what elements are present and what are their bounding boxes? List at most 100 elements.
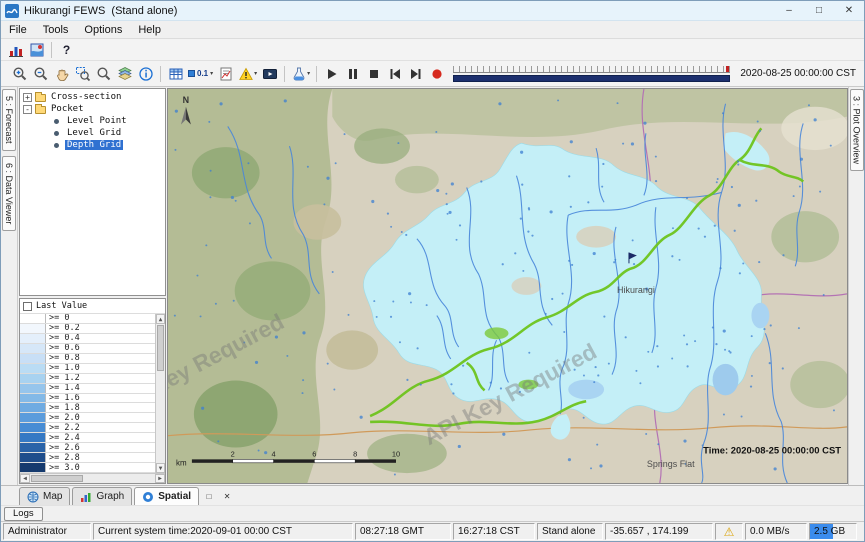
tab-map-label: Map: [43, 491, 62, 502]
scrollbar-thumb[interactable]: [31, 475, 83, 482]
legend-color-swatch: [20, 394, 46, 403]
zoom-extent-button[interactable]: [93, 63, 114, 84]
layers-button[interactable]: [114, 63, 135, 84]
zoom-out-button[interactable]: [30, 63, 51, 84]
tree-item-depth-grid[interactable]: Depth Grid: [20, 139, 165, 151]
zoom-extent-icon: [96, 66, 112, 82]
panel-maximize-button[interactable]: □: [202, 489, 216, 503]
skip-to-start-button[interactable]: [384, 63, 405, 84]
tab-data-viewer[interactable]: 6 : Data Viewer: [2, 156, 16, 231]
chevron-down-icon: ▾: [307, 71, 310, 77]
tree-item-cross-section[interactable]: + Cross-section: [20, 91, 165, 103]
menu-tools[interactable]: Tools: [35, 21, 77, 38]
animation-display-button[interactable]: [259, 63, 280, 84]
status-local-time: 16:27:18 CST: [453, 523, 535, 540]
map-time-label: Time: 2020-08-25 00:00:00 CST: [703, 444, 841, 455]
legend-row: >= 1.4: [20, 384, 155, 394]
scroll-down-icon[interactable]: ▼: [156, 463, 165, 473]
flask-icon: [291, 66, 307, 82]
tab-graph[interactable]: Graph: [72, 487, 132, 505]
current-timestep-label: 2020-08-25 00:00:00 CST: [740, 68, 856, 79]
legend-row: >= 1.6: [20, 394, 155, 404]
legend-color-swatch: [20, 433, 46, 442]
minimize-button[interactable]: –: [774, 1, 804, 20]
menubar: File Tools Options Help: [1, 21, 864, 39]
legend-row: >= 2.4: [20, 433, 155, 443]
legend-title: Last Value: [36, 301, 87, 311]
legend-color-swatch: [20, 423, 46, 432]
zoom-box-button[interactable]: [72, 63, 93, 84]
time-series-display-button[interactable]: [5, 39, 26, 60]
grid-classification-dropdown[interactable]: 0.1 ▾: [186, 63, 215, 84]
svg-text:6: 6: [312, 449, 316, 458]
warning-icon: [238, 66, 254, 82]
chevron-down-icon: ▾: [254, 71, 257, 77]
menu-options[interactable]: Options: [76, 21, 130, 38]
legend-vertical-scrollbar[interactable]: ▲ ▼: [155, 314, 165, 473]
pan-hand-icon: [54, 66, 70, 82]
logs-button[interactable]: Logs: [4, 507, 43, 521]
panel-close-button[interactable]: ✕: [220, 489, 234, 503]
longitudinal-profile-button[interactable]: [215, 63, 236, 84]
help-button[interactable]: ?: [56, 39, 77, 60]
scroll-up-icon[interactable]: ▲: [156, 314, 165, 324]
legend-row: >= 1.8: [20, 403, 155, 413]
close-button[interactable]: ✕: [834, 1, 864, 20]
legend-row: >= 2.6: [20, 443, 155, 453]
tree-item-level-point[interactable]: Level Point: [20, 115, 165, 127]
legend-row: >= 2.0: [20, 413, 155, 423]
legend-color-swatch: [20, 364, 46, 373]
legend-row: >= 2.8: [20, 453, 155, 463]
tree-item-label: Cross-section: [49, 92, 123, 102]
stop-button[interactable]: [363, 63, 384, 84]
grid-display-button[interactable]: [165, 63, 186, 84]
folder-icon: [35, 94, 46, 102]
status-warning[interactable]: ⚠: [715, 523, 743, 540]
scrollbar-thumb[interactable]: [157, 325, 164, 371]
legend-color-swatch: [20, 403, 46, 412]
pan-button[interactable]: [51, 63, 72, 84]
maximize-button[interactable]: □: [804, 1, 834, 20]
menu-help[interactable]: Help: [130, 21, 169, 38]
tree-expander-icon[interactable]: +: [23, 93, 32, 102]
timeline-slider[interactable]: [453, 64, 730, 84]
record-button[interactable]: [426, 63, 447, 84]
toolbar-separator: [160, 66, 161, 82]
skip-to-end-button[interactable]: [405, 63, 426, 84]
last-value-checkbox[interactable]: [23, 302, 32, 311]
legend-color-swatch: [20, 443, 46, 452]
tab-spatial[interactable]: Spatial: [134, 487, 199, 505]
status-user: Administrator: [3, 523, 91, 540]
legend-horizontal-scrollbar[interactable]: ◀ ▶: [20, 473, 165, 483]
tree-item-level-grid[interactable]: Level Grid: [20, 127, 165, 139]
tree-item-pocket[interactable]: -Pocket: [20, 103, 165, 115]
grid-class-color-icon: [188, 70, 195, 77]
chevron-down-icon: ▾: [210, 71, 213, 77]
legend-threshold-label: >= 2.6: [46, 443, 155, 452]
grid-class-value: 0.1: [197, 69, 208, 78]
timeline-bar[interactable]: [453, 75, 730, 82]
tab-plot-overview[interactable]: 3 : Plot Overview: [850, 89, 864, 171]
pause-button[interactable]: [342, 63, 363, 84]
tab-map[interactable]: Map: [19, 487, 70, 505]
skip-to-start-icon: [387, 66, 403, 82]
scroll-right-icon[interactable]: ▶: [155, 474, 165, 483]
tab-forecast[interactable]: 5 : Forecast: [2, 89, 16, 151]
warnings-dropdown[interactable]: ▾: [236, 63, 259, 84]
svg-text:2: 2: [231, 449, 235, 458]
map-display-button[interactable]: [26, 39, 47, 60]
legend-threshold-label: >= 0.2: [46, 324, 155, 333]
info-button[interactable]: [135, 63, 156, 84]
scenario-dropdown[interactable]: ▾: [289, 63, 312, 84]
tab-graph-label: Graph: [96, 491, 124, 502]
zoom-in-button[interactable]: [9, 63, 30, 84]
menu-file[interactable]: File: [1, 21, 35, 38]
scroll-left-icon[interactable]: ◀: [20, 474, 30, 483]
tree-expander-icon[interactable]: -: [23, 105, 32, 114]
play-button[interactable]: [321, 63, 342, 84]
scrollbar-track[interactable]: [156, 372, 165, 463]
layers-icon: [117, 66, 133, 82]
scrollbar-track[interactable]: [84, 474, 155, 483]
map-view[interactable]: API Key Required API Key Required Hikura…: [167, 88, 848, 484]
timeline-ticks: [453, 66, 730, 73]
